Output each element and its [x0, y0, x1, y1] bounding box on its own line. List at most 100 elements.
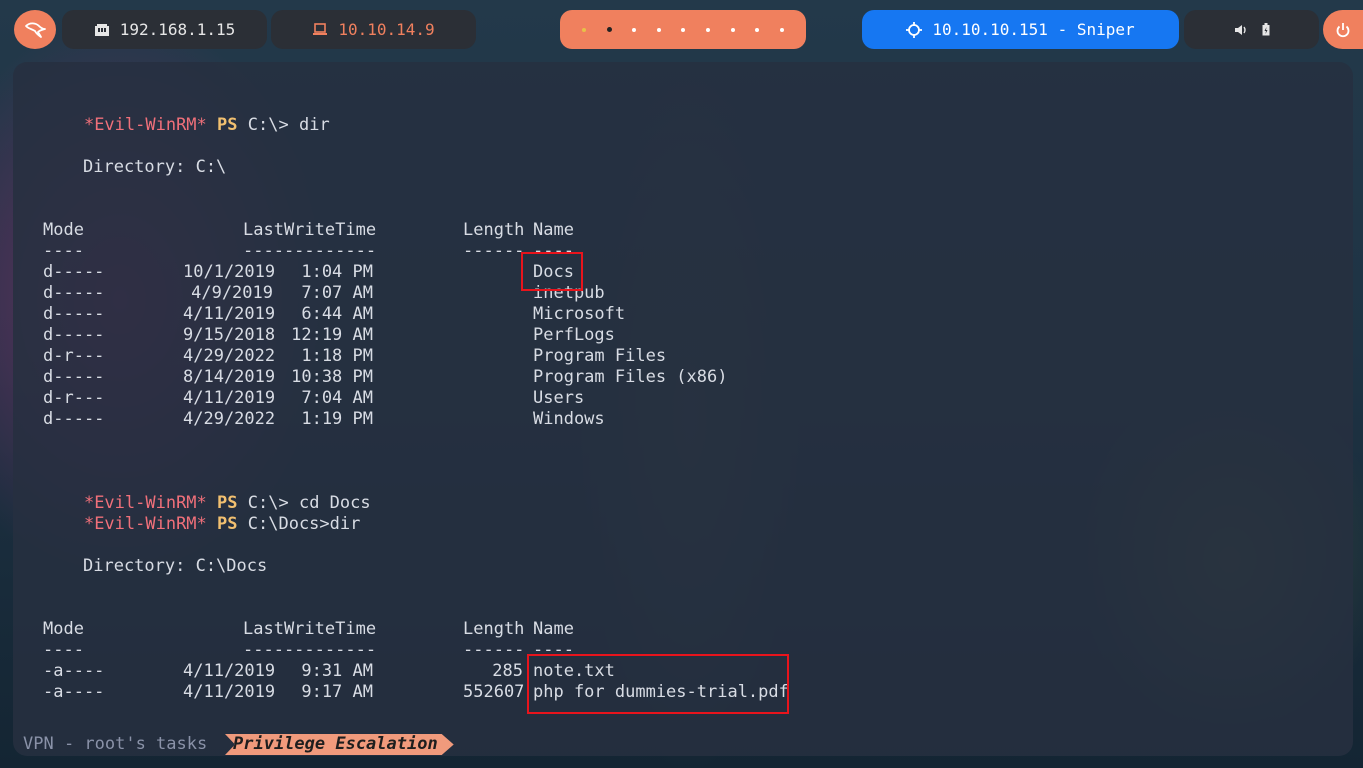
prompt-ps: PS [217, 514, 238, 534]
header-name: Name [533, 220, 574, 240]
row-date: 10/1/2019 [183, 262, 276, 282]
workspace-dot-5[interactable] [681, 27, 686, 32]
table-row: d----- 4/29/2022 1:19 PM Windows [43, 409, 1243, 430]
listing-header-underline: ---- ------------- ------ ---- [43, 241, 1243, 262]
highlight-box-files [527, 654, 789, 714]
vpn-ip-pill[interactable]: 10.10.14.9 [271, 10, 476, 49]
row-mode: d----- [43, 283, 105, 303]
prompt-line-dir: *Evil-WinRM* PS C:\> dir [43, 94, 330, 135]
crosshair-icon [906, 21, 923, 38]
row-length: 285 [492, 661, 523, 681]
row-mode: d----- [43, 367, 105, 387]
table-row: d----- 9/15/2018 12:19 AM PerfLogs [43, 325, 1243, 346]
window-tab-privilege-escalation[interactable]: Privilege Escalation [225, 734, 454, 755]
workspace-dot-1[interactable] [582, 27, 587, 32]
target-pill[interactable]: 10.10.10.151 - Sniper [862, 10, 1179, 49]
workspace-dot-2[interactable] [606, 27, 612, 32]
table-row: d----- 4/11/2019 6:44 AM Microsoft [43, 304, 1243, 325]
table-row: d-r--- 4/11/2019 7:04 AM Users [43, 388, 1243, 409]
table-row: d-r--- 4/29/2022 1:18 PM Program Files [43, 346, 1243, 367]
workspace-dot-3[interactable] [632, 27, 637, 32]
row-time: 9:31 AM [301, 661, 373, 681]
prompt-cwd: C:\> [247, 115, 289, 135]
row-time: 1:19 PM [301, 409, 373, 429]
row-date: 4/11/2019 [183, 661, 276, 681]
row-date: 9/15/2018 [183, 325, 276, 345]
row-mode: d----- [43, 304, 105, 324]
row-time: 7:04 AM [301, 388, 373, 408]
row-name: Program Files (x86) [533, 367, 728, 387]
row-name: Microsoft [533, 304, 626, 324]
row-date: 8/14/2019 [183, 367, 276, 387]
table-row: d----- 4/9/2019 7:07 AM inetpub [43, 283, 1243, 304]
local-ip-pill[interactable]: 192.168.1.15 [62, 10, 267, 49]
prompt-command: dir [298, 115, 330, 135]
kali-menu-button[interactable] [14, 10, 56, 49]
row-time: 6:44 AM [301, 304, 373, 324]
laptop-icon [312, 23, 328, 36]
network-icon [94, 23, 110, 37]
session-name: VPN - root's tasks [23, 734, 208, 754]
prompt-line-cd: *Evil-WinRM* PS C:\> cd Docs [43, 472, 371, 513]
table-row: d----- 10/1/2019 1:04 PM Docs [43, 262, 1243, 283]
header-name: Name [533, 619, 574, 639]
prompt-line-dir-docs: *Evil-WinRM* PS C:\Docs>dir [43, 493, 360, 534]
kali-dragon-icon [25, 21, 46, 38]
row-date: 4/11/2019 [183, 682, 276, 702]
row-name: Program Files [533, 346, 667, 366]
workspace-dot-4[interactable] [656, 27, 661, 32]
prompt-shell-name: *Evil-WinRM* [83, 115, 207, 135]
header-length: Length [463, 619, 525, 639]
row-mode: d-r--- [43, 388, 105, 408]
workspace-switcher[interactable] [560, 10, 806, 49]
underline-lastwritetime: ------------- [243, 241, 377, 261]
row-mode: d-r--- [43, 346, 105, 366]
workspace-dot-7[interactable] [730, 27, 735, 32]
prompt-shell-name: *Evil-WinRM* [83, 514, 207, 534]
row-time: 12:19 AM [291, 325, 373, 345]
row-mode: d----- [43, 409, 105, 429]
row-mode: -a---- [43, 682, 105, 702]
row-length: 552607 [463, 682, 525, 702]
prompt-ps: PS [217, 115, 238, 135]
volume-icon[interactable] [1234, 24, 1248, 36]
row-time: 1:18 PM [301, 346, 373, 366]
row-date: 4/9/2019 [191, 283, 273, 303]
vpn-ip-text: 10.10.14.9 [338, 20, 435, 39]
underline-lastwritetime: ------------- [243, 640, 377, 660]
row-date: 4/29/2022 [183, 409, 276, 429]
prompt-command: dir [329, 514, 361, 534]
system-tray[interactable] [1184, 10, 1319, 49]
row-date: 4/11/2019 [183, 388, 276, 408]
directory-label: Directory: C:\ [83, 157, 227, 177]
battery-icon[interactable] [1262, 23, 1270, 36]
highlight-box-docs [521, 252, 583, 291]
local-ip-text: 192.168.1.15 [119, 20, 236, 39]
table-row: d----- 8/14/2019 10:38 PM Program Files (x8… [43, 367, 1243, 388]
target-text: 10.10.10.151 - Sniper [932, 20, 1135, 39]
header-mode: Mode [43, 619, 84, 639]
terminal-window[interactable]: *Evil-WinRM* PS C:\> dir Directory: C:\ … [13, 62, 1353, 756]
row-name: Users [533, 388, 585, 408]
power-icon [1336, 22, 1350, 37]
underline-mode: ---- [43, 640, 84, 660]
row-time: 9:17 AM [301, 682, 373, 702]
workspace-dot-8[interactable] [755, 27, 760, 32]
row-name: Windows [533, 409, 605, 429]
row-mode: d----- [43, 262, 105, 282]
underline-mode: ---- [43, 241, 84, 261]
header-lastwritetime: LastWriteTime [243, 619, 377, 639]
row-time: 10:38 PM [291, 367, 373, 387]
workspace-dot-6[interactable] [706, 27, 710, 32]
underline-length: ------ [463, 640, 525, 660]
row-time: 7:07 AM [301, 283, 373, 303]
row-date: 4/29/2022 [183, 346, 276, 366]
row-time: 1:04 PM [301, 262, 373, 282]
row-mode: d----- [43, 325, 105, 345]
header-mode: Mode [43, 220, 84, 240]
row-name: PerfLogs [533, 325, 615, 345]
underline-length: ------ [463, 241, 525, 261]
tmux-status-bar: VPN - root's tasks Privilege Escalation [13, 732, 1353, 756]
workspace-dot-9[interactable] [779, 27, 784, 32]
power-button[interactable] [1323, 10, 1363, 49]
